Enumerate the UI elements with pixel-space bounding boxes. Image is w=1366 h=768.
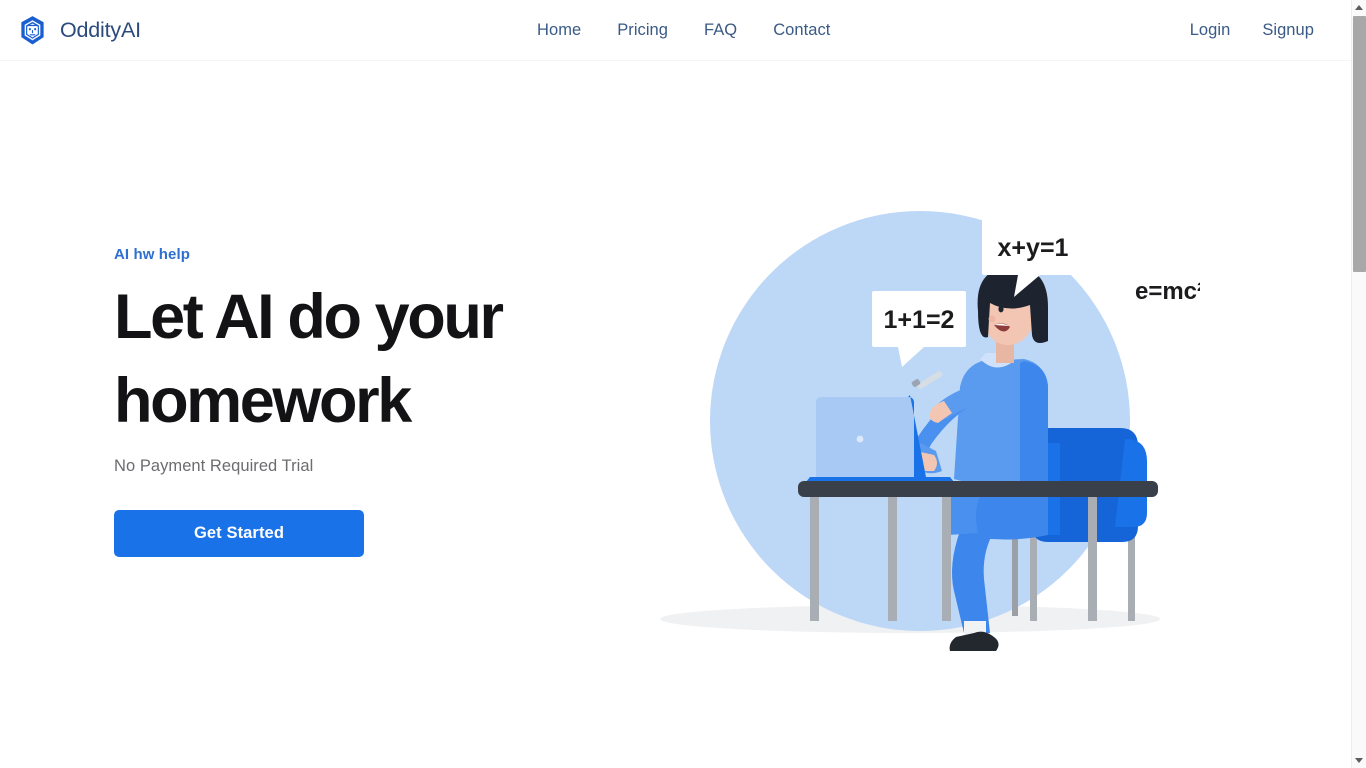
scrollbar-down-arrow[interactable] (1352, 753, 1366, 768)
bubble-top-text: x+y=1 (998, 234, 1069, 262)
get-started-button[interactable]: Get Started (114, 509, 364, 557)
bubble-right-text: e=mc² (1135, 278, 1200, 305)
hero-illustration: 1+1=2 x+y=1 e=mc² (660, 151, 1200, 691)
brand-name: OddityAI (60, 18, 141, 42)
auth-navigation: Login Signup (1174, 0, 1314, 61)
scrollbar-thumb[interactable] (1353, 16, 1366, 272)
site-header: OddityAI Home Pricing FAQ Contact Login … (0, 0, 1351, 61)
brand-logo[interactable]: OddityAI (16, 14, 141, 47)
chevron-down-icon (1355, 758, 1363, 763)
nav-link-contact[interactable]: Contact (755, 21, 848, 40)
hero-subcopy: No Payment Required Trial (114, 456, 314, 475)
browser-viewport: OddityAI Home Pricing FAQ Contact Login … (0, 0, 1351, 768)
hero-copy-block: AI hw help Let AI do your homework No Pa… (114, 246, 584, 557)
signup-link[interactable]: Signup (1246, 21, 1314, 40)
nav-link-faq[interactable]: FAQ (686, 21, 755, 40)
shield-face-logo-icon (21, 16, 44, 45)
hero-eyebrow: AI hw help (114, 246, 190, 263)
page-scrollbar[interactable] (1351, 0, 1366, 768)
bubble-left-text: 1+1=2 (884, 306, 955, 334)
chevron-up-icon (1355, 5, 1363, 10)
nav-link-home[interactable]: Home (520, 21, 599, 40)
hero-section: AI hw help Let AI do your homework No Pa… (0, 61, 1351, 768)
page-root: OddityAI Home Pricing FAQ Contact Login … (0, 0, 1366, 768)
main-navigation: Home Pricing FAQ Contact (520, 0, 848, 61)
nav-link-pricing[interactable]: Pricing (599, 21, 686, 40)
scrollbar-up-arrow[interactable] (1352, 0, 1366, 15)
bubble-equation-right: e=mc² (1108, 263, 1200, 339)
hero-headline: Let AI do your homework (114, 282, 504, 436)
login-link[interactable]: Login (1174, 21, 1247, 40)
